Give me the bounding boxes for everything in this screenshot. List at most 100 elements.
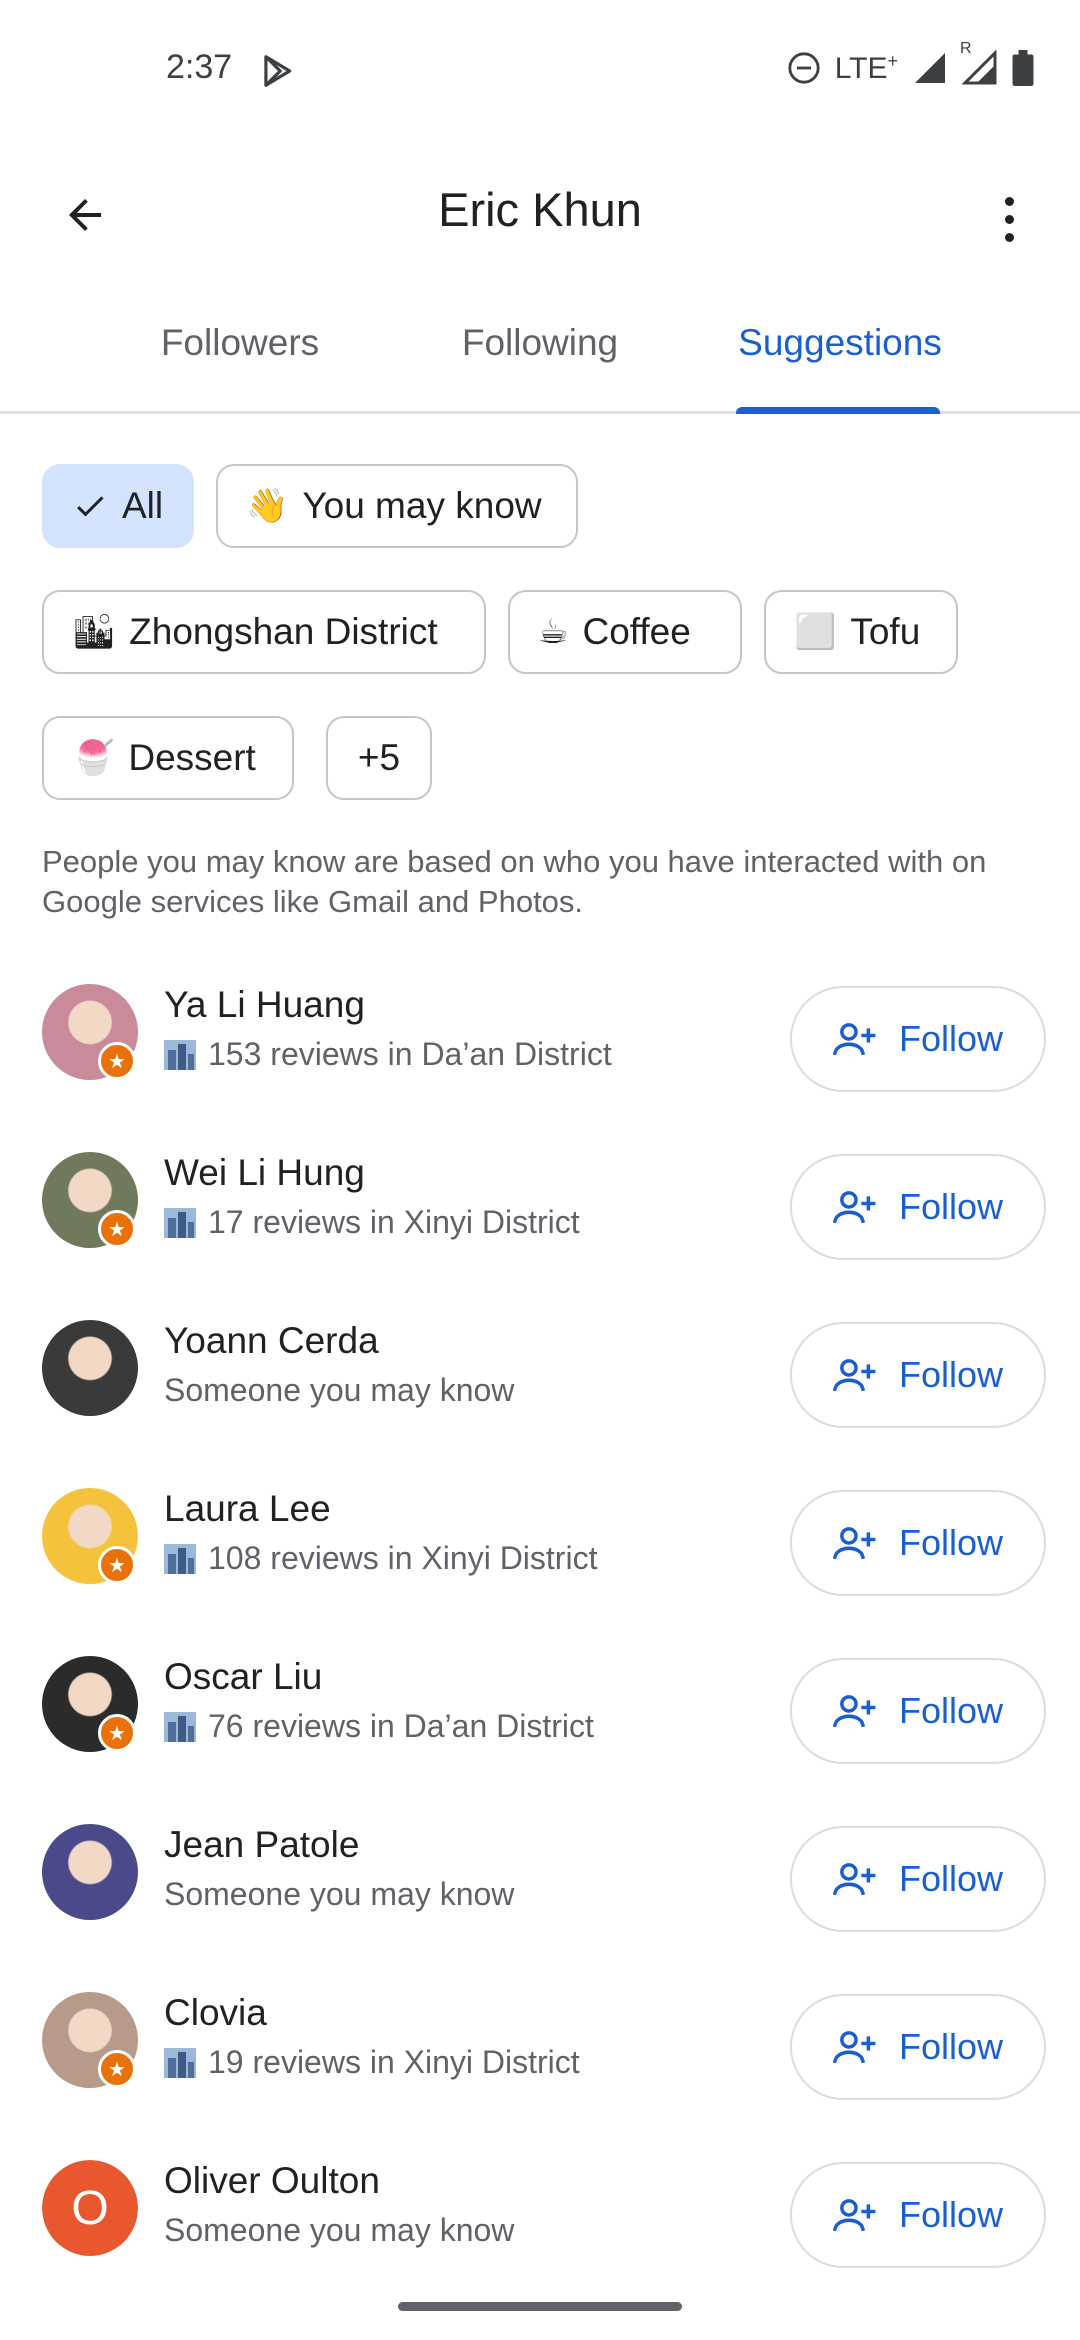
home-indicator[interactable] xyxy=(398,2302,682,2311)
follow-button[interactable]: Follow xyxy=(790,1994,1046,2100)
person-subtitle-text: Someone you may know xyxy=(164,1876,515,1912)
local-guide-badge-icon: ★ xyxy=(98,2050,136,2088)
list-item[interactable]: ★ Oscar Liu 76 reviews in Da’an District Fo… xyxy=(0,1656,1080,1824)
app-bar: Eric Khun xyxy=(0,140,1080,280)
follow-label: Follow xyxy=(898,1522,1004,1563)
city-icon xyxy=(164,1711,196,1742)
follow-label: Follow xyxy=(898,1018,1004,1059)
person-add-icon xyxy=(832,1191,876,1224)
person-name[interactable]: Yoann Cerda xyxy=(164,1320,379,1362)
filter-chip-zhongshan-district[interactable]: 🏙 Zhongshan District xyxy=(42,590,486,674)
local-guide-badge-icon: ★ xyxy=(98,1546,136,1584)
more-options-button[interactable] xyxy=(994,184,1024,254)
avatar-initial: O xyxy=(42,2160,138,2256)
person-name[interactable]: Ya Li Huang xyxy=(164,984,365,1026)
person-subtitle-text: 19 reviews in Xinyi District xyxy=(208,2044,580,2080)
follow-button[interactable]: Follow xyxy=(790,1154,1046,1260)
city-icon xyxy=(164,1039,196,1070)
check-icon xyxy=(72,488,108,524)
person-add-icon xyxy=(832,1023,876,1056)
person-name[interactable]: Oliver Oulton xyxy=(164,2160,380,2202)
person-subtitle: Someone you may know xyxy=(164,2212,514,2249)
more-vert-icon xyxy=(1004,196,1014,206)
filter-chip-dessert[interactable]: 🍧 Dessert xyxy=(42,716,294,800)
filter-chip-coffee[interactable]: ☕ Coffee xyxy=(508,590,742,674)
chip-label: Dessert xyxy=(128,737,256,778)
person-name[interactable]: Jean Patole xyxy=(164,1824,359,1866)
list-item[interactable]: ★ Clovia 19 reviews in Xinyi District Follo… xyxy=(0,1992,1080,2160)
do-not-disturb-icon xyxy=(788,52,820,84)
roaming-indicator: R xyxy=(960,40,998,86)
follow-button[interactable]: Follow xyxy=(790,1490,1046,1596)
person-name[interactable]: Clovia xyxy=(164,1992,267,2034)
tab-indicator xyxy=(736,407,940,414)
person-add-icon xyxy=(832,2031,876,2064)
list-item[interactable]: ★ Wei Li Hung 17 reviews in Xinyi District… xyxy=(0,1152,1080,1320)
follow-button[interactable]: Follow xyxy=(790,986,1046,1092)
status-icons: LTE+ R xyxy=(787,40,1034,86)
shaved-ice-icon: 🍧 xyxy=(72,738,115,778)
list-item[interactable]: ★ Ya Li Huang 153 reviews in Da’an Distric… xyxy=(0,984,1080,1152)
follow-label: Follow xyxy=(898,1354,1004,1395)
person-subtitle: 76 reviews in Da’an District xyxy=(164,1708,594,1745)
person-subtitle: Someone you may know xyxy=(164,1876,514,1913)
battery-icon xyxy=(1012,50,1034,86)
local-guide-badge-icon: ★ xyxy=(98,1714,136,1752)
follow-label: Follow xyxy=(898,1858,1004,1899)
avatar[interactable] xyxy=(42,1320,138,1416)
person-add-icon xyxy=(832,1695,876,1728)
person-subtitle-text: Someone you may know xyxy=(164,2212,515,2248)
person-subtitle: 17 reviews in Xinyi District xyxy=(164,1204,580,1241)
person-name[interactable]: Wei Li Hung xyxy=(164,1152,365,1194)
follow-button[interactable]: Follow xyxy=(790,1322,1046,1428)
tofu-icon: ⬜ xyxy=(794,612,837,652)
avatar[interactable] xyxy=(42,1824,138,1920)
person-add-icon xyxy=(832,1527,876,1560)
follow-label: Follow xyxy=(898,2026,1004,2067)
filter-chip-tofu[interactable]: ⬜ Tofu xyxy=(764,590,958,674)
chip-label: Tofu xyxy=(850,611,921,652)
person-add-icon xyxy=(832,1863,876,1896)
avatar[interactable]: O xyxy=(42,2160,138,2256)
follow-button[interactable]: Follow xyxy=(790,1658,1046,1764)
filter-chip-you-may-know[interactable]: 👋 You may know xyxy=(216,464,578,548)
follow-label: Follow xyxy=(898,1186,1004,1227)
person-subtitle-text: 76 reviews in Da’an District xyxy=(208,1708,594,1744)
person-subtitle-text: 17 reviews in Xinyi District xyxy=(208,1204,580,1240)
follow-label: Follow xyxy=(898,1690,1004,1731)
filter-chip-all[interactable]: All xyxy=(42,464,194,548)
city-icon xyxy=(164,1543,196,1574)
coffee-icon: ☕ xyxy=(538,612,569,652)
city-icon xyxy=(164,2047,196,2078)
person-subtitle: 108 reviews in Xinyi District xyxy=(164,1540,597,1577)
person-name[interactable]: Laura Lee xyxy=(164,1488,331,1530)
list-item[interactable]: Yoann Cerda Someone you may know Follow xyxy=(0,1320,1080,1488)
person-subtitle: 19 reviews in Xinyi District xyxy=(164,2044,580,2081)
local-guide-badge-icon: ★ xyxy=(98,1042,136,1080)
person-subtitle: 153 reviews in Da’an District xyxy=(164,1036,612,1073)
signal-icon xyxy=(915,53,945,83)
suggestions-info-text: People you may know are based on who you… xyxy=(42,844,987,919)
list-item[interactable]: ★ Laura Lee 108 reviews in Xinyi District F… xyxy=(0,1488,1080,1656)
waving-hand-icon: 👋 xyxy=(246,486,289,526)
tab-followers[interactable]: Followers xyxy=(100,322,380,364)
person-subtitle: Someone you may know xyxy=(164,1372,514,1409)
list-item[interactable]: Jean Patole Someone you may know Follow xyxy=(0,1824,1080,1992)
tab-bar: Followers Following Suggestions xyxy=(0,300,1080,414)
chip-label: Coffee xyxy=(582,611,691,652)
status-time: 2:37 xyxy=(166,48,233,86)
chip-label: Zhongshan District xyxy=(129,611,438,652)
person-subtitle-text: Someone you may know xyxy=(164,1372,515,1408)
person-add-icon xyxy=(832,1359,876,1392)
person-subtitle-text: 153 reviews in Da’an District xyxy=(208,1036,612,1072)
follow-button[interactable]: Follow xyxy=(790,1826,1046,1932)
person-name[interactable]: Oscar Liu xyxy=(164,1656,322,1698)
tab-suggestions[interactable]: Suggestions xyxy=(700,322,980,364)
person-subtitle-text: 108 reviews in Xinyi District xyxy=(208,1540,598,1576)
follow-button[interactable]: Follow xyxy=(790,2162,1046,2268)
person-add-icon xyxy=(832,2199,876,2232)
play-store-icon xyxy=(264,55,292,87)
filter-chip-more[interactable]: +5 xyxy=(326,716,432,800)
tab-following[interactable]: Following xyxy=(400,322,680,364)
page-title: Eric Khun xyxy=(438,183,642,236)
